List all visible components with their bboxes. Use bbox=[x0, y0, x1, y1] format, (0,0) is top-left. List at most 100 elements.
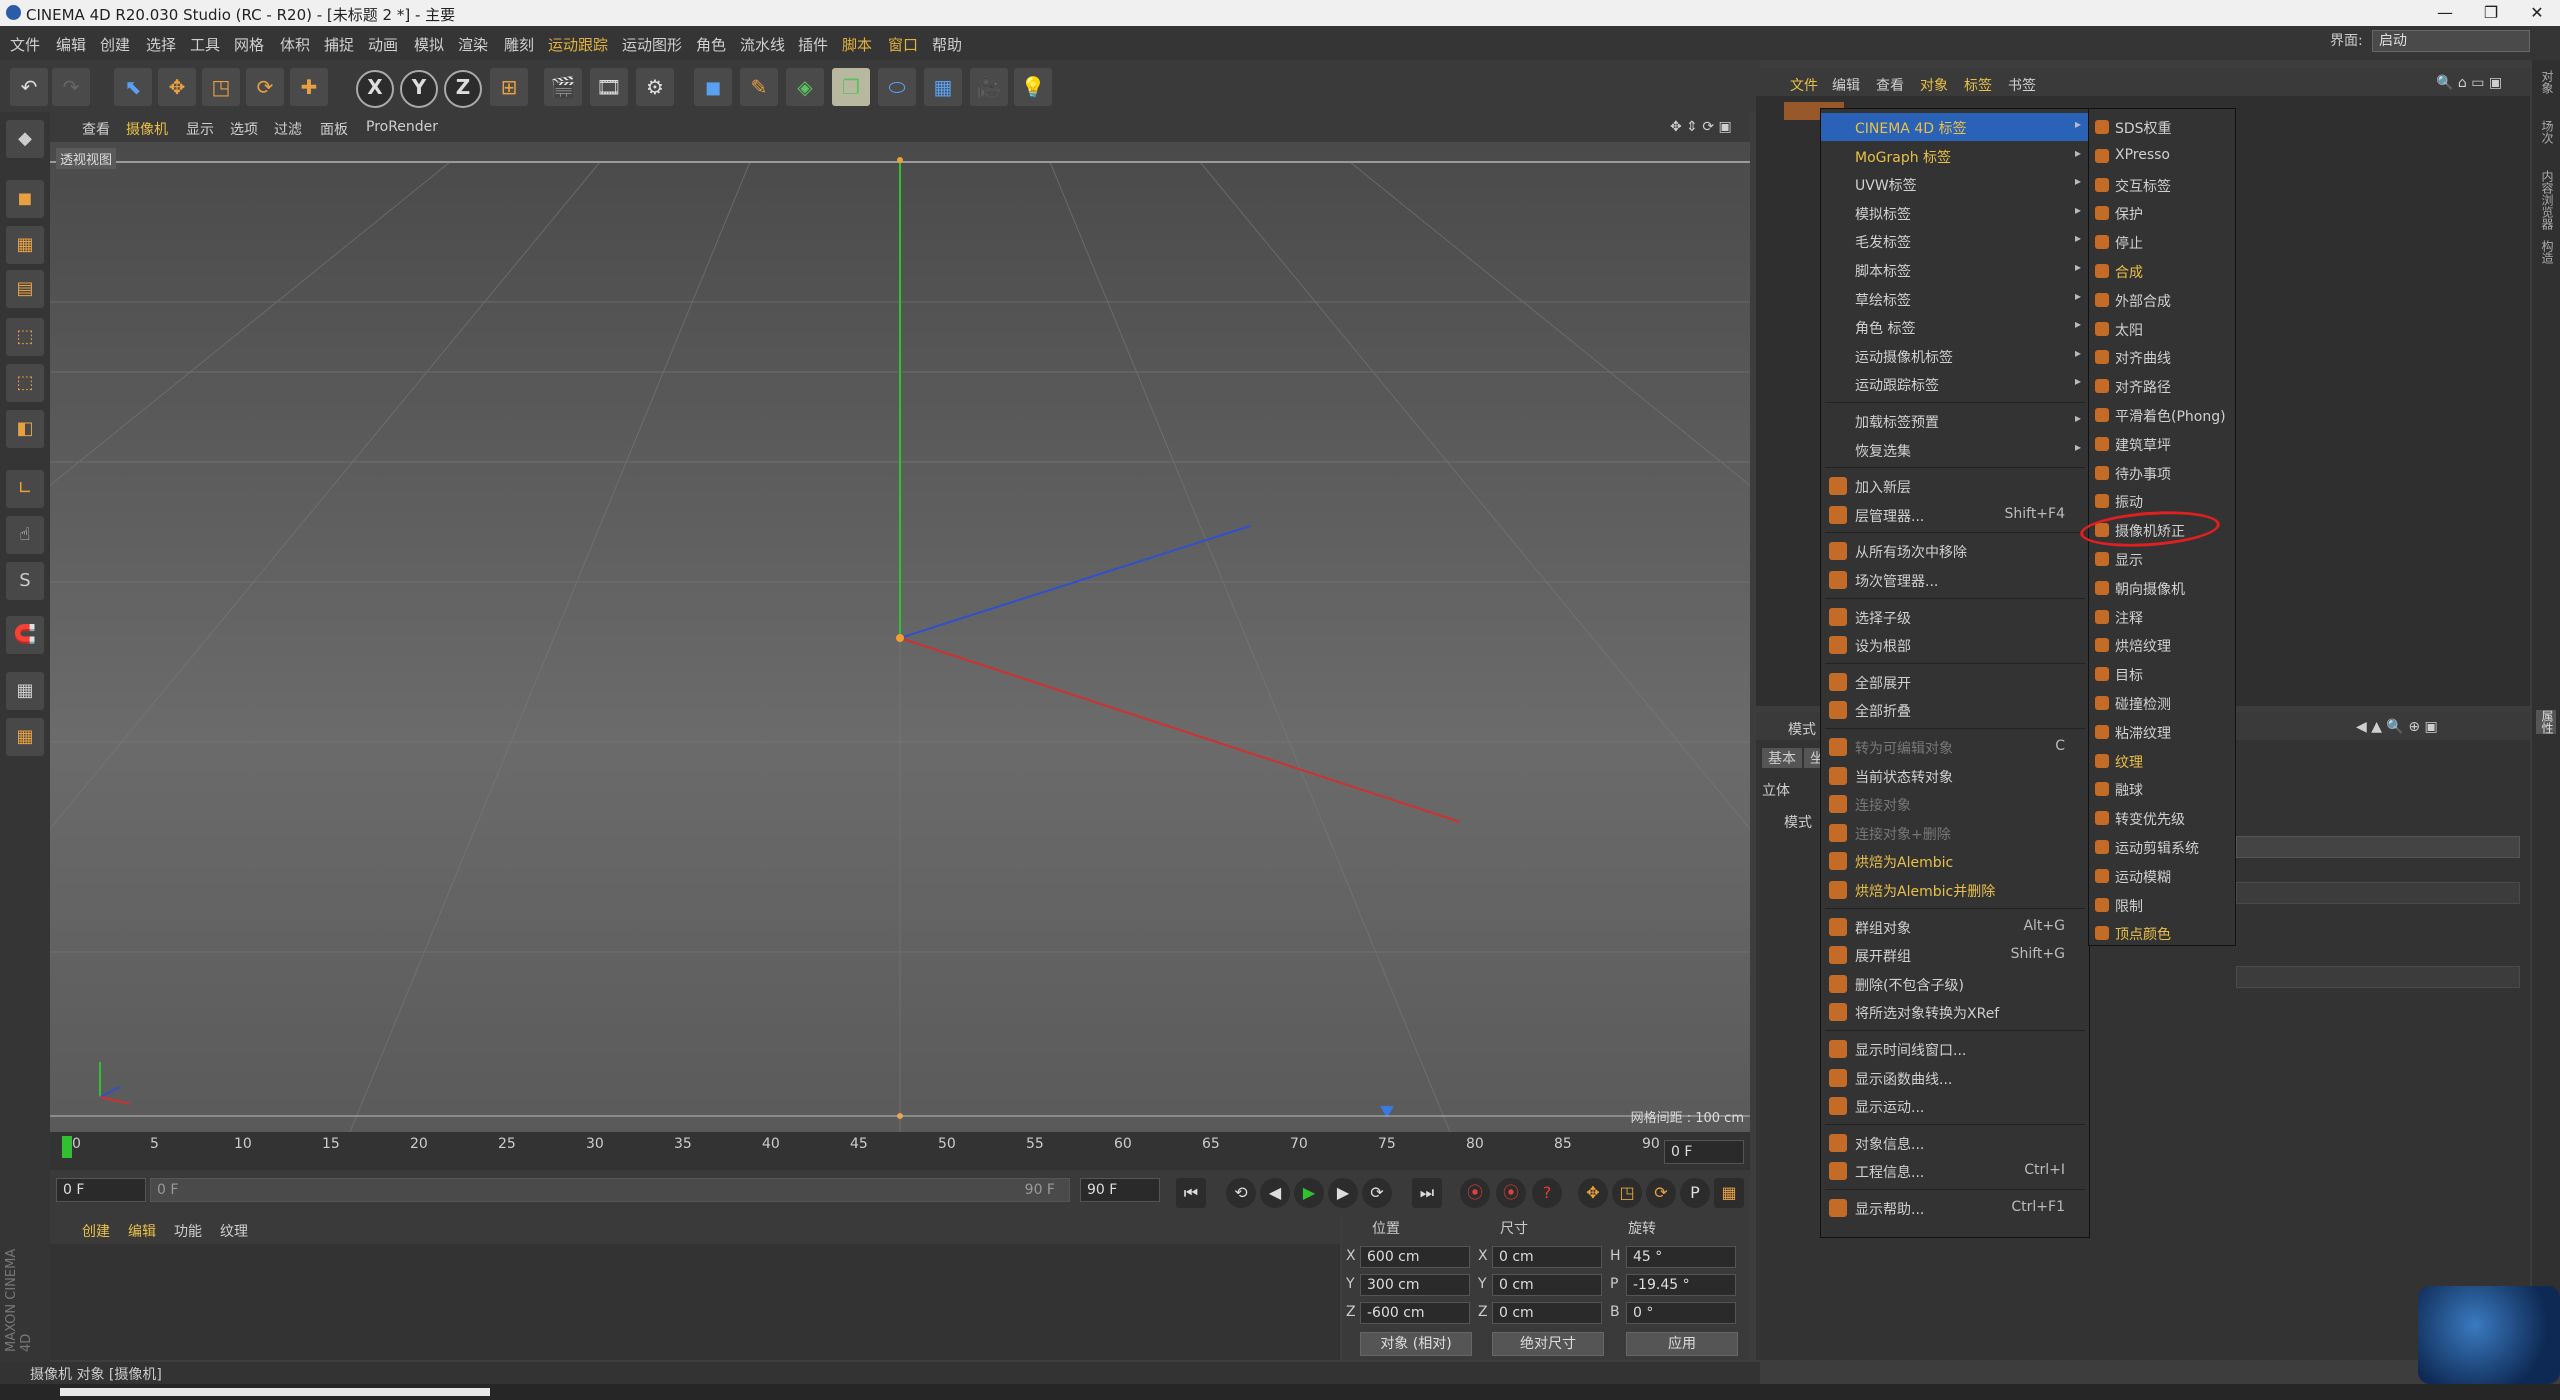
tag-menu-item[interactable]: 对齐路径 bbox=[2089, 372, 2235, 400]
size-x-field[interactable]: 0 cm bbox=[1492, 1246, 1602, 1268]
undo-icon[interactable]: ↶ bbox=[10, 68, 48, 106]
floor-icon[interactable]: ▦ bbox=[924, 68, 962, 106]
context-menu-item[interactable]: 全部展开 bbox=[1821, 668, 2089, 696]
select-tool-icon[interactable]: ⬉ bbox=[114, 68, 152, 106]
layout-select[interactable]: 启动 bbox=[2372, 30, 2530, 52]
solo-icon[interactable]: S bbox=[6, 562, 44, 600]
viewport-menu-prorender[interactable]: ProRender bbox=[366, 119, 438, 135]
context-menu-item[interactable]: 场次管理器... bbox=[1821, 566, 2089, 594]
context-menu-item[interactable]: 层管理器... Shift+F4 bbox=[1821, 501, 2089, 529]
dock-tab[interactable]: 场次 bbox=[2536, 120, 2556, 144]
key-rotation-icon[interactable]: ⟳ bbox=[1646, 1178, 1676, 1208]
key-parameter-icon[interactable]: P bbox=[1680, 1178, 1710, 1208]
size-z-field[interactable]: 0 cm bbox=[1492, 1302, 1602, 1324]
object-menu-view[interactable]: 查看 bbox=[1876, 75, 1904, 95]
context-menu-item[interactable]: 当前状态转对象 bbox=[1821, 762, 2089, 790]
context-menu-item[interactable]: 模拟标签 ▸ bbox=[1821, 199, 2089, 227]
y-axis-icon[interactable]: Y bbox=[400, 70, 438, 108]
viewport-menu-filter[interactable]: 过滤 bbox=[274, 119, 302, 139]
tag-menu-item[interactable]: 注释 bbox=[2089, 603, 2235, 631]
context-menu-item[interactable]: 选择子级 bbox=[1821, 603, 2089, 631]
size-y-field[interactable]: 0 cm bbox=[1492, 1274, 1602, 1296]
viewport-nav-icons[interactable]: ✥ ⇕ ⟳ ▣ bbox=[1670, 119, 1732, 135]
tag-menu-item[interactable]: XPresso bbox=[2089, 142, 2235, 170]
snap-icon[interactable]: 🧲 bbox=[6, 616, 44, 654]
tag-menu-item[interactable]: 运动模糊 bbox=[2089, 862, 2235, 890]
context-menu-item[interactable]: 烘焙为Alembic bbox=[1821, 847, 2089, 875]
tag-menu-item[interactable]: 目标 bbox=[2089, 660, 2235, 688]
tweak-mode-icon[interactable]: ☝ bbox=[6, 516, 44, 554]
stereo-mode-select[interactable] bbox=[2236, 836, 2520, 858]
viewport-menu-display[interactable]: 显示 bbox=[186, 119, 214, 139]
tag-menu-item[interactable]: 对齐曲线 bbox=[2089, 343, 2235, 371]
menu-tools[interactable]: 工具 bbox=[190, 34, 220, 55]
start-frame-field[interactable]: 0 F bbox=[56, 1178, 146, 1202]
tag-menu-item[interactable]: 运动剪辑系统 bbox=[2089, 833, 2235, 861]
menu-animate[interactable]: 动画 bbox=[368, 34, 398, 55]
menu-volume[interactable]: 体积 bbox=[280, 34, 310, 55]
polygons-mode-icon[interactable]: ◧ bbox=[6, 410, 44, 448]
cloner-icon[interactable]: ❐ bbox=[832, 68, 870, 106]
cube-primitive-icon[interactable]: ◼ bbox=[694, 68, 732, 106]
dock-tab[interactable]: 对象 bbox=[2536, 70, 2556, 94]
light-icon[interactable]: 💡 bbox=[1014, 68, 1052, 106]
current-frame-field[interactable]: 0 F bbox=[1664, 1140, 1744, 1164]
context-menu-item[interactable]: 烘焙为Alembic并删除 bbox=[1821, 876, 2089, 904]
object-menu-bookmarks[interactable]: 书签 bbox=[2008, 75, 2036, 95]
context-menu-item[interactable]: 展开群组 Shift+G bbox=[1821, 941, 2089, 969]
tag-menu-item[interactable]: 保护 bbox=[2089, 199, 2235, 227]
apply-button[interactable]: 应用 bbox=[1626, 1332, 1738, 1356]
autokey-icon[interactable]: ⦿ bbox=[1496, 1178, 1526, 1208]
context-menu-item[interactable]: 群组对象 Alt+G bbox=[1821, 913, 2089, 941]
playhead[interactable] bbox=[62, 1136, 72, 1158]
tag-menu-item[interactable]: 平滑着色(Phong) bbox=[2089, 401, 2235, 429]
context-menu-item[interactable]: 运动摄像机标签 ▸ bbox=[1821, 342, 2089, 370]
context-menu-item[interactable]: CINEMA 4D 标签 ▸ bbox=[1821, 113, 2089, 141]
context-menu-item[interactable]: 角色 标签 ▸ bbox=[1821, 313, 2089, 341]
context-menu-item[interactable]: 显示函数曲线... bbox=[1821, 1064, 2089, 1092]
rotation-h-field[interactable]: 45 ° bbox=[1626, 1246, 1736, 1268]
attribute-select-3[interactable] bbox=[2236, 966, 2520, 988]
prev-frame-icon[interactable]: ◀ bbox=[1260, 1178, 1290, 1208]
viewport-menu-cameras[interactable]: 摄像机 bbox=[126, 119, 168, 139]
menu-render[interactable]: 渲染 bbox=[458, 34, 488, 55]
material-menu-edit[interactable]: 编辑 bbox=[128, 1221, 156, 1241]
position-x-field[interactable]: 600 cm bbox=[1360, 1246, 1470, 1268]
menu-script[interactable]: 脚本 bbox=[842, 34, 872, 55]
tag-menu-item[interactable]: 停止 bbox=[2089, 228, 2235, 256]
redo-icon[interactable]: ↷ bbox=[52, 68, 90, 106]
context-menu-item[interactable]: 脚本标签 ▸ bbox=[1821, 256, 2089, 284]
menu-select[interactable]: 选择 bbox=[146, 34, 176, 55]
context-menu-item[interactable]: 加入新层 bbox=[1821, 472, 2089, 500]
attribute-nav-icons[interactable]: ◀ ▲ 🔍 ⊕ ▣ bbox=[2356, 719, 2438, 735]
object-menu-objects[interactable]: 对象 bbox=[1920, 75, 1948, 95]
render-settings-icon[interactable]: ⚙ bbox=[636, 68, 674, 106]
tag-menu-item[interactable]: 太阳 bbox=[2089, 315, 2235, 343]
context-menu-item[interactable]: 恢复选集 ▸ bbox=[1821, 436, 2089, 464]
points-mode-icon[interactable]: ⬚ bbox=[6, 318, 44, 356]
next-frame-icon[interactable]: ▶ bbox=[1328, 1178, 1358, 1208]
size-mode-select[interactable]: 绝对尺寸 bbox=[1492, 1332, 1604, 1356]
record-icon[interactable]: ⦿ bbox=[1460, 1178, 1490, 1208]
menu-simulate[interactable]: 模拟 bbox=[414, 34, 444, 55]
context-menu-item[interactable]: 设为根部 bbox=[1821, 631, 2089, 659]
render-view-icon[interactable]: 🎬 bbox=[544, 68, 582, 106]
dock-tab[interactable]: 属性 bbox=[2536, 710, 2556, 734]
end-frame-field[interactable]: 90 F bbox=[1080, 1178, 1160, 1202]
object-menu-tags[interactable]: 标签 bbox=[1964, 75, 1992, 95]
menu-mograph[interactable]: 运动图形 bbox=[622, 34, 682, 55]
go-to-start-icon[interactable]: ⏮ bbox=[1176, 1178, 1206, 1208]
prev-key-icon[interactable]: ⟲ bbox=[1226, 1178, 1256, 1208]
context-menu-item[interactable]: 转为可编辑对象 C bbox=[1821, 733, 2089, 761]
context-menu-item[interactable]: 全部折叠 bbox=[1821, 696, 2089, 724]
play-icon[interactable]: ▶ bbox=[1294, 1178, 1324, 1208]
x-axis-icon[interactable]: X bbox=[356, 70, 394, 108]
model-mode-icon[interactable]: ◼ bbox=[6, 180, 44, 218]
tag-menu-item[interactable]: 建筑草坪 bbox=[2089, 430, 2235, 458]
deformer-icon[interactable]: ⬭ bbox=[878, 68, 916, 106]
context-menu-item[interactable]: MoGraph 标签 ▸ bbox=[1821, 142, 2089, 170]
tag-menu-item[interactable]: 碰撞检测 bbox=[2089, 689, 2235, 717]
rotation-p-field[interactable]: -19.45 ° bbox=[1626, 1274, 1736, 1296]
move-tool-icon[interactable]: ✥ bbox=[158, 68, 196, 106]
edges-mode-icon[interactable]: ⬚ bbox=[6, 364, 44, 402]
